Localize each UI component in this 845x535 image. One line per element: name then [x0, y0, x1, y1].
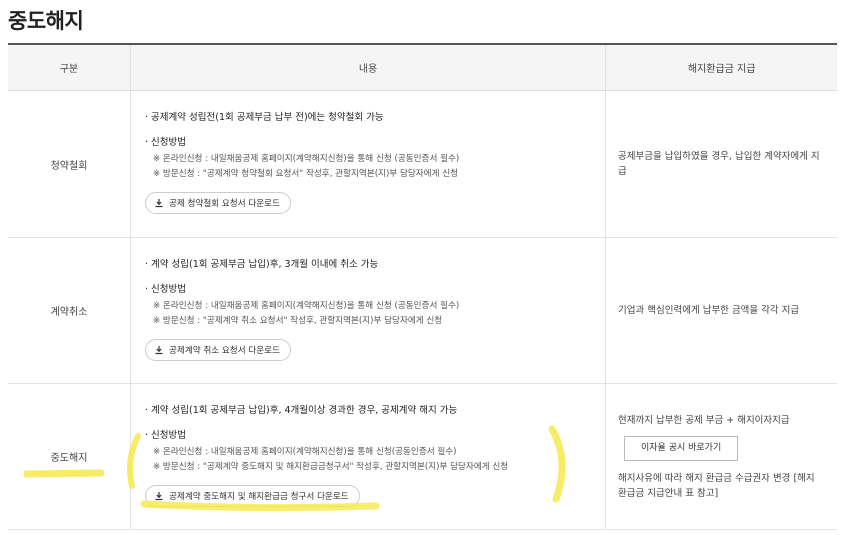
- header-payment: 해지환급금 지급: [687, 64, 756, 75]
- online-note: ※ 온라인신청 : 내일채움공제 홈페이지(계약해지신청)을 통해 신청 (공동…: [153, 154, 460, 164]
- button-label: 공제 청약철회 요청서 다운로드: [169, 199, 280, 209]
- visit-note: ※ 방문신청 : "공제계약 청약철회 요청서" 작성후, 관할지역본(지)부 …: [153, 169, 459, 179]
- download-icon: [155, 346, 163, 355]
- table-row: 청약철회 공제계약 성립전(1회 공제부금 납부 전)에는 청약철회 가능 신청…: [8, 91, 837, 238]
- method-title: 신청방법: [145, 134, 605, 148]
- download-withdrawal-form-button[interactable]: 공제 청약철회 요청서 다운로드: [145, 192, 291, 214]
- payment-note: 해지사유에 따라 해지 환급금 수급권자 변경 [해지환급금 지급안내 표 참고…: [618, 472, 815, 499]
- method-title: 신청방법: [145, 427, 605, 441]
- button-label: 공제계약 중도해지 및 해지환급금 청구서 다운로드: [169, 492, 349, 502]
- button-label: 공제계약 취소 요청서 다운로드: [169, 346, 280, 356]
- row-content: 계약 성립(1회 공제부금 납입)후, 3개월 이내에 취소 가능 신청방법 ※…: [131, 238, 606, 383]
- download-icon: [155, 199, 163, 208]
- visit-note: ※ 방문신청 : "공제계약 취소 요청서" 작성후, 관할지역본(지)부 담당…: [153, 316, 443, 326]
- row-content: 공제계약 성립전(1회 공제부금 납부 전)에는 청약철회 가능 신청방법 ※ …: [131, 91, 606, 237]
- online-note: ※ 온라인신청 : 내일채움공제 홈페이지(계약해지신청)을 통해 신청(공동인…: [153, 447, 457, 457]
- table-header: 구분 내용 해지환급금 지급: [8, 45, 837, 91]
- row-lead: 계약 성립(1회 공제부금 납입)후, 4개월이상 경과한 경우, 공제계약 해…: [145, 402, 605, 416]
- visit-note: ※ 방문신청 : "공제계약 중도해지 및 해지환급금청구서" 작성후, 관할지…: [153, 462, 509, 472]
- payment-text: 공제부금을 납입하였을 경우, 납입한 계약자에게 지급: [618, 151, 820, 177]
- row-payment: 기업과 핵심인력에게 납부한 금액을 각각 지급: [606, 238, 837, 383]
- interest-rate-link-button[interactable]: 이자율 공시 바로가기: [624, 435, 739, 461]
- page-title: 중도해지: [8, 9, 84, 33]
- row-category: 중도해지: [8, 384, 131, 529]
- table-row: 계약취소 계약 성립(1회 공제부금 납입)후, 3개월 이내에 취소 가능 신…: [8, 238, 837, 384]
- download-cancel-form-button[interactable]: 공제계약 취소 요청서 다운로드: [145, 339, 291, 361]
- row-payment: 공제부금을 납입하였을 경우, 납입한 계약자에게 지급: [606, 91, 837, 237]
- row-lead: 계약 성립(1회 공제부금 납입)후, 3개월 이내에 취소 가능: [145, 256, 605, 270]
- row-payment: 현재까지 납부한 공제 부금 + 해지이자지급 이자율 공시 바로가기 해지사유…: [606, 384, 837, 529]
- method-title: 신청방법: [145, 281, 605, 295]
- online-note: ※ 온라인신청 : 내일채움공제 홈페이지(계약해지신청)을 통해 신청 (공동…: [153, 301, 460, 311]
- header-category: 구분: [8, 45, 131, 90]
- download-termination-form-button[interactable]: 공제계약 중도해지 및 해지환급금 청구서 다운로드: [145, 485, 360, 507]
- header-content: 내용: [131, 45, 607, 90]
- payment-text: 기업과 핵심인력에게 납부한 금액을 각각 지급: [618, 305, 800, 316]
- table-row: 중도해지 계약 성립(1회 공제부금 납입)후, 4개월이상 경과한 경우, 공…: [8, 384, 837, 530]
- row-lead: 공제계약 성립전(1회 공제부금 납부 전)에는 청약철회 가능: [145, 109, 605, 123]
- row-category: 계약취소: [8, 238, 131, 383]
- download-icon: [155, 492, 163, 501]
- row-content: 계약 성립(1회 공제부금 납입)후, 4개월이상 경과한 경우, 공제계약 해…: [131, 384, 606, 529]
- payment-text: 현재까지 납부한 공제 부금 + 해지이자지급: [618, 414, 790, 426]
- row-category: 청약철회: [8, 91, 131, 237]
- cancellation-table: 구분 내용 해지환급금 지급 청약철회 공제계약 성립전(1회 공제부금 납부 …: [8, 43, 837, 530]
